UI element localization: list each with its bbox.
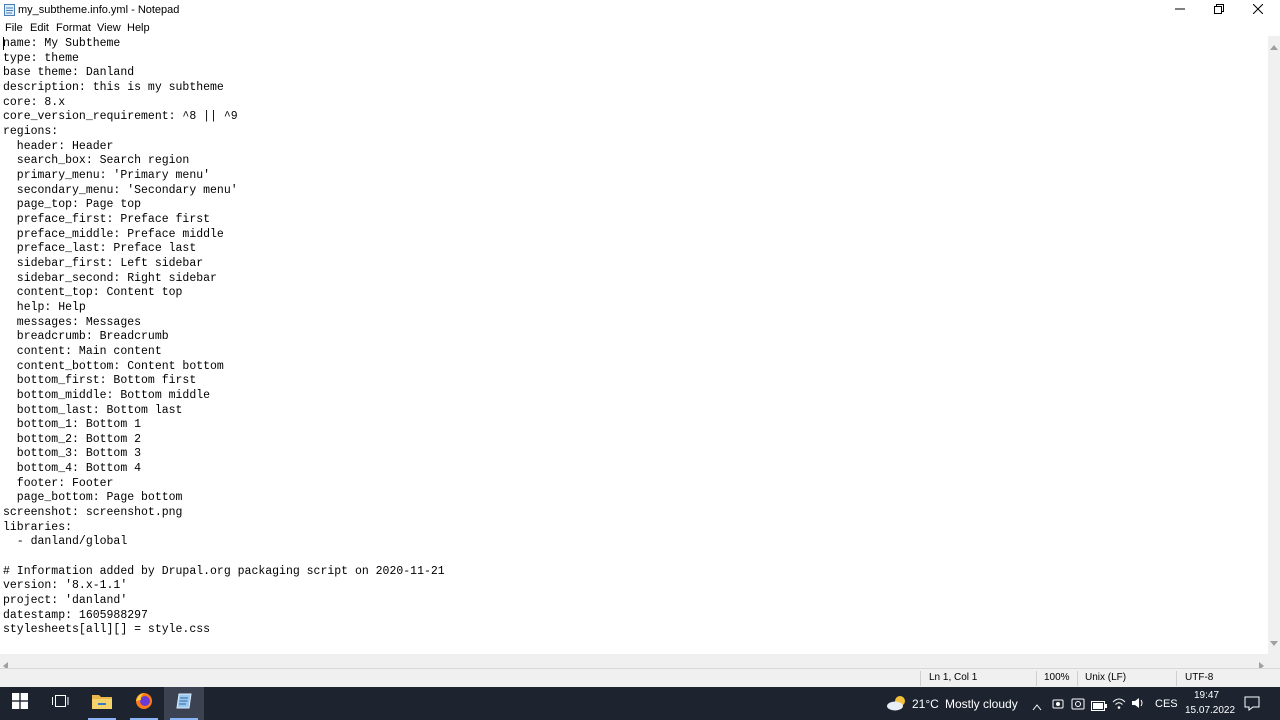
menu-file[interactable]: File [5, 21, 23, 35]
restore-button[interactable] [1200, 0, 1238, 20]
file-explorer-icon [92, 693, 112, 714]
task-view-icon [51, 693, 69, 714]
text-editor[interactable]: name: My Subtheme type: theme base theme: … [0, 36, 1268, 654]
editor-line: screenshot: screenshot.png [3, 506, 183, 520]
status-bar: Ln 1, Col 1 100% Unix (LF) UTF-8 [0, 668, 1280, 687]
editor-line: content_bottom: Content bottom [3, 359, 224, 373]
window-title: my_subtheme.info.yml - Notepad [18, 4, 180, 16]
title-bar: my_subtheme.info.yml - Notepad [0, 0, 1280, 20]
editor-line: # Information added by Drupal.org packag… [3, 564, 445, 578]
start-button[interactable] [0, 687, 40, 720]
editor-line: core_version_requirement: ^8 || ^9 [3, 110, 238, 124]
chevron-up-icon[interactable] [1032, 698, 1042, 716]
editor-line: bottom_last: Bottom last [3, 403, 183, 417]
editor-line: preface_last: Preface last [3, 242, 197, 256]
editor-line: breadcrumb: Breadcrumb [3, 330, 169, 344]
notepad-icon [175, 692, 193, 715]
editor-line: bottom_2: Bottom 2 [3, 432, 142, 446]
editor-line: base theme: Danland [3, 66, 135, 80]
editor-line: content_top: Content top [3, 286, 183, 300]
editor-line: footer: Footer [3, 476, 114, 490]
editor-line: primary_menu: 'Primary menu' [3, 168, 211, 182]
status-divider [1077, 671, 1078, 686]
minimize-icon [1175, 1, 1185, 19]
firefox-button[interactable] [124, 687, 164, 720]
editor-line: sidebar_second: Right sidebar [3, 271, 217, 285]
editor-line: version: '8.x-1.1' [3, 579, 128, 593]
editor-line: datestamp: 1605988297 [3, 608, 148, 622]
windows-start-icon [12, 693, 28, 714]
zoom-level: 100% [1044, 672, 1070, 683]
cursor-position: Ln 1, Col 1 [929, 672, 978, 683]
editor-line: project: 'danland' [3, 594, 128, 608]
partly-cloudy-icon[interactable] [886, 695, 908, 716]
editor-line: - danland/global [3, 535, 128, 549]
editor-line: regions: [3, 124, 59, 138]
weather-temperature[interactable]: 21°C [912, 698, 939, 710]
clock-date[interactable]: 15.07.2022 [1185, 705, 1235, 717]
horizontal-scrollbar[interactable] [0, 654, 1268, 670]
menu-edit[interactable]: Edit [30, 21, 49, 35]
vertical-scrollbar[interactable] [1268, 36, 1280, 654]
notification-icon[interactable] [1244, 696, 1260, 716]
editor-line: help: Help [3, 300, 86, 314]
notepad-taskbar-button[interactable] [164, 687, 204, 720]
text-caret [3, 37, 4, 50]
editor-line: stylesheets[all][] = style.css [3, 623, 211, 637]
editor-line: type: theme [3, 51, 79, 65]
editor-line: messages: Messages [3, 315, 142, 329]
editor-line: page_bottom: Page bottom [3, 491, 183, 505]
editor-line: secondary_menu: 'Secondary menu' [3, 183, 238, 197]
close-icon [1252, 1, 1264, 19]
editor-line: preface_middle: Preface middle [3, 227, 224, 241]
editor-line: libraries: [3, 520, 73, 534]
scroll-down-icon[interactable] [1270, 634, 1278, 652]
editor-line: sidebar_first: Left sidebar [3, 256, 204, 270]
weather-description[interactable]: Mostly cloudy [945, 698, 1018, 710]
menu-view[interactable]: View [97, 21, 121, 35]
editor-line: bottom_3: Bottom 3 [3, 447, 142, 461]
editor-line: header: Header [3, 139, 114, 153]
editor-line: core: 8.x [3, 95, 66, 109]
editor-line: search_box: Search region [3, 154, 190, 168]
scrollbar-corner [1268, 654, 1280, 668]
input-language[interactable]: CES [1155, 698, 1178, 710]
menu-bar: File Edit Format View Help [0, 20, 1280, 36]
task-view-button[interactable] [40, 687, 80, 720]
restore-icon [1214, 1, 1224, 19]
battery-icon[interactable] [1091, 698, 1107, 716]
firefox-icon [135, 692, 153, 715]
line-ending: Unix (LF) [1085, 672, 1127, 683]
file-explorer-button[interactable] [82, 687, 122, 720]
taskbar: 21°C Mostly cloudy CES 19:47 15.07.2022 [0, 687, 1280, 720]
status-divider [1176, 671, 1177, 686]
notepad-icon [4, 3, 15, 16]
editor-line: description: this is my subtheme [3, 80, 224, 94]
menu-format[interactable]: Format [56, 21, 91, 35]
status-divider [920, 671, 921, 686]
minimize-button[interactable] [1161, 0, 1199, 20]
menu-help[interactable]: Help [127, 21, 150, 35]
editor-line: bottom_1: Bottom 1 [3, 418, 142, 432]
status-divider [1036, 671, 1037, 686]
clock-time[interactable]: 19:47 [1194, 690, 1219, 702]
editor-line: preface_first: Preface first [3, 212, 211, 226]
speaker-icon[interactable] [1131, 696, 1145, 715]
editor-line: content: Main content [3, 344, 162, 358]
meet-now-icon[interactable] [1052, 697, 1064, 715]
encoding: UTF-8 [1185, 672, 1214, 683]
scroll-up-icon[interactable] [1270, 38, 1278, 56]
wifi-icon[interactable] [1112, 696, 1126, 715]
webcam-icon[interactable] [1071, 697, 1085, 715]
editor-line: bottom_middle: Bottom middle [3, 388, 211, 402]
close-button[interactable] [1239, 0, 1277, 20]
editor-line: bottom_first: Bottom first [3, 374, 197, 388]
editor-line: name: My Subtheme [3, 37, 121, 50]
editor-line: page_top: Page top [3, 198, 142, 212]
editor-line: bottom_4: Bottom 4 [3, 462, 142, 476]
